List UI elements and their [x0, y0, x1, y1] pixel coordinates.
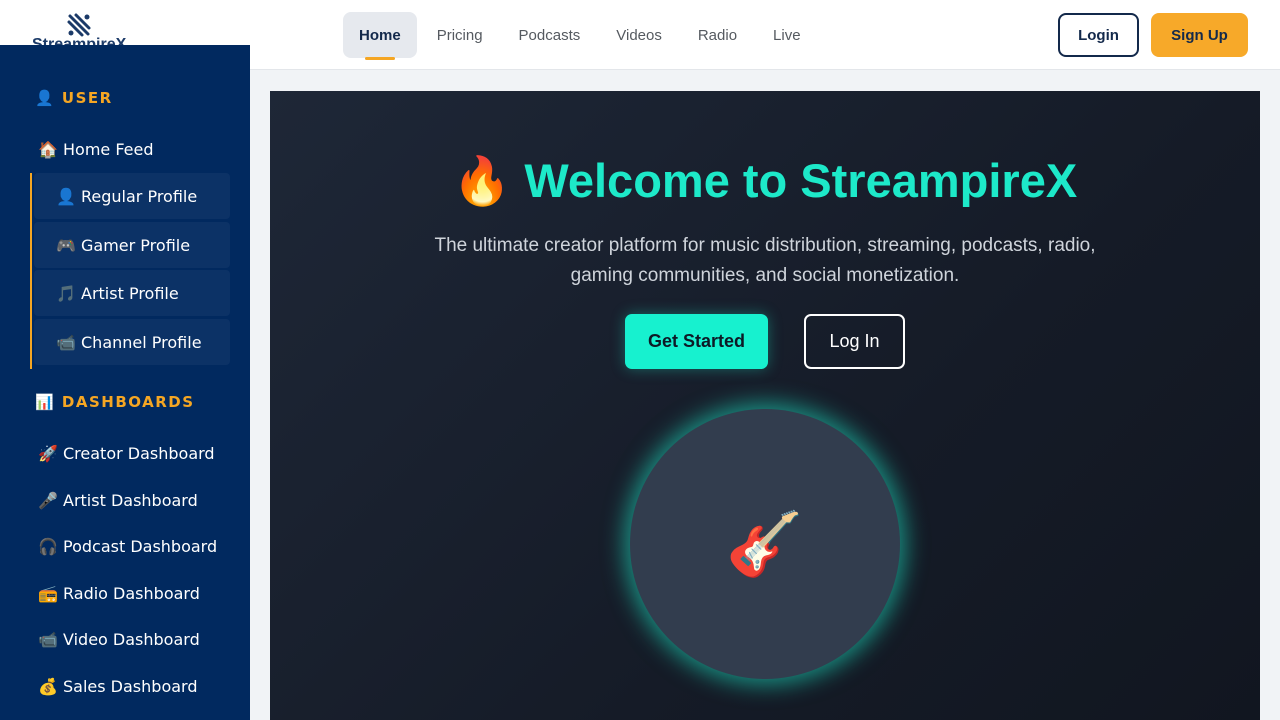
hero-login-button[interactable]: Log In	[804, 314, 905, 369]
login-button[interactable]: Login	[1058, 13, 1139, 57]
nav-live[interactable]: Live	[757, 12, 817, 58]
main-nav: Home Pricing Podcasts Videos Radio Live	[343, 12, 821, 60]
feature-circle: 🎸	[630, 409, 900, 679]
sidebar-item-regular-profile[interactable]: 👤 Regular Profile	[34, 173, 230, 219]
sidebar-item-channel-profile[interactable]: 📹 Channel Profile	[34, 319, 230, 365]
sidebar-item-video-dashboard[interactable]: 📹 Video Dashboard	[38, 630, 200, 649]
get-started-button[interactable]: Get Started	[625, 314, 768, 369]
nav-videos[interactable]: Videos	[600, 12, 678, 58]
sidebar-item-gamer-profile[interactable]: 🎮 Gamer Profile	[34, 222, 230, 268]
nav-radio[interactable]: Radio	[682, 12, 753, 58]
sidebar-item-artist-profile[interactable]: 🎵 Artist Profile	[34, 270, 230, 316]
hero-section: 🔥 Welcome to StreampireX The ultimate cr…	[270, 91, 1260, 720]
signup-button[interactable]: Sign Up	[1151, 13, 1248, 57]
nav-pricing[interactable]: Pricing	[421, 12, 499, 58]
sidebar-item-podcast-dashboard[interactable]: 🎧 Podcast Dashboard	[38, 537, 217, 556]
nav-home[interactable]: Home	[343, 12, 417, 60]
guitar-icon: 🎸	[726, 507, 804, 580]
sidebar-item-creator-dashboard[interactable]: 🚀 Creator Dashboard	[38, 444, 215, 463]
sidebar-heading-dashboards: 📊 DASHBOARDS	[35, 393, 195, 411]
nav-podcasts[interactable]: Podcasts	[503, 12, 597, 58]
sidebar-heading-user: 👤 USER	[35, 89, 113, 107]
profile-submenu: 👤 Regular Profile 🎮 Gamer Profile 🎵 Arti…	[30, 173, 230, 369]
sidebar: 👤 USER 🏠 Home Feed 👤 Regular Profile 🎮 G…	[0, 45, 250, 720]
brand-logo[interactable]: StreampireX	[32, 10, 132, 46]
logo-mark-icon	[67, 13, 91, 37]
sidebar-item-home-feed[interactable]: 🏠 Home Feed	[38, 140, 154, 159]
sidebar-item-sales-dashboard[interactable]: 💰 Sales Dashboard	[38, 677, 197, 696]
sidebar-item-radio-dashboard[interactable]: 📻 Radio Dashboard	[38, 584, 200, 603]
hero-title: 🔥 Welcome to StreampireX	[452, 154, 1078, 207]
sidebar-item-artist-dashboard[interactable]: 🎤 Artist Dashboard	[38, 491, 198, 510]
hero-subtitle: The ultimate creator platform for music …	[434, 235, 1096, 286]
